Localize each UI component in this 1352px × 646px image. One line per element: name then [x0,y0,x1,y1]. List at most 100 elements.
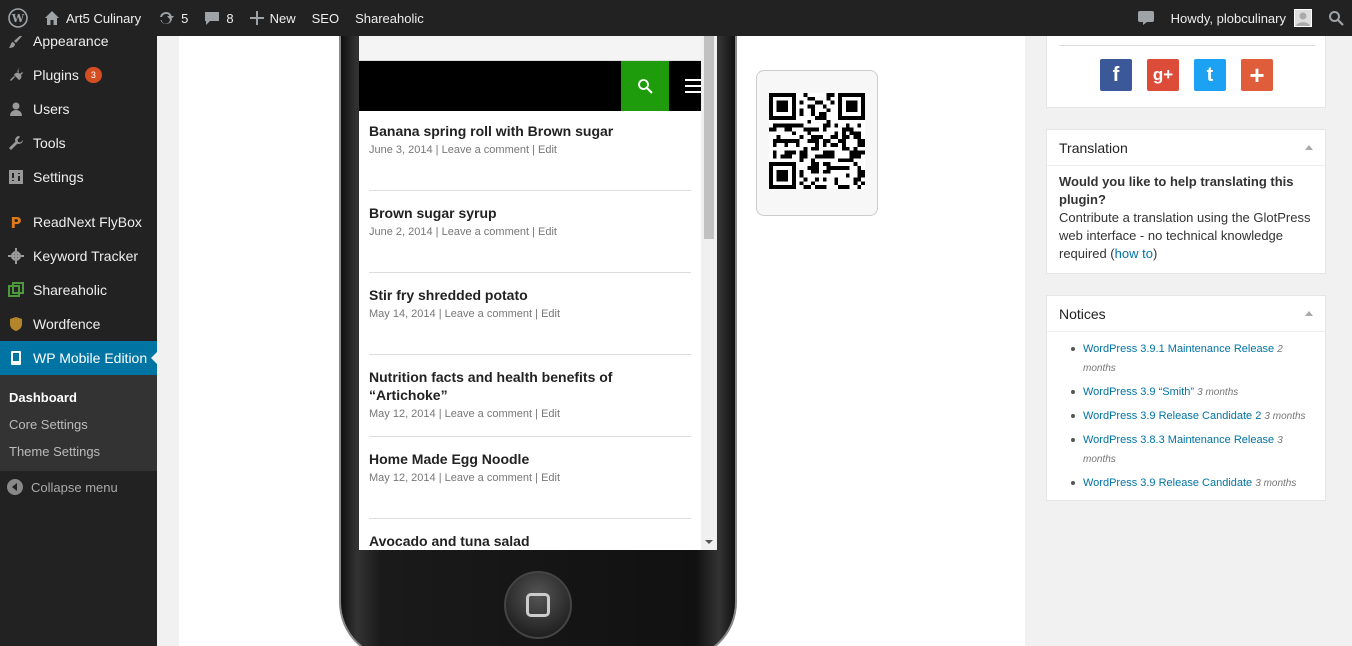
admin-bar: W Art5 Culinary 5 8 New SEO Shareaholic … [0,0,1352,36]
post-title-link[interactable]: Home Made Egg Noodle [369,450,691,468]
menu-label: Plugins [33,67,79,83]
how-to-link[interactable]: how to [1115,246,1153,261]
leave-comment-link[interactable]: Leave a comment [442,226,529,238]
menu-label: Users [33,101,70,117]
menu-shareaholic[interactable]: Shareaholic [0,273,157,307]
hamburger-icon-bar [684,91,702,93]
social-share-widget: f g+ t + [1046,36,1326,108]
menu-wordfence[interactable]: Wordfence [0,307,157,341]
comments-count: 8 [226,10,234,26]
widget-header[interactable]: Notices [1047,296,1325,332]
more-share-button[interactable]: + [1241,59,1273,91]
site-name-link[interactable]: Art5 Culinary [36,0,149,36]
notification-icon [1137,11,1154,25]
screen-scrollbar[interactable] [701,36,717,550]
leave-comment-link[interactable]: Leave a comment [445,308,532,320]
menu-tools[interactable]: Tools [0,126,157,160]
menu-plugins[interactable]: Plugins 3 [0,58,157,92]
translation-text: Contribute a translation using the GlotP… [1059,209,1313,263]
post-date[interactable]: June 3, 2014 [369,144,433,156]
menu-keyword-tracker[interactable]: Keyword Tracker [0,239,157,273]
post-title-link[interactable]: Avocado and tuna salad [369,532,691,550]
google-plus-button[interactable]: g+ [1147,59,1179,91]
phone-screen[interactable]: Banana spring roll with Brown sugar June… [359,36,717,550]
notice-link[interactable]: WordPress 3.9 Release Candidate 2 [1083,410,1261,422]
menu-label: Keyword Tracker [33,248,139,264]
updates-link[interactable]: 5 [149,0,196,36]
leave-comment-link[interactable]: Leave a comment [445,408,532,420]
post-title-link[interactable]: Banana spring roll with Brown sugar [369,122,691,140]
post-date[interactable]: May 12, 2014 [369,472,436,484]
post-title-link[interactable]: Stir fry shredded potato [369,286,691,304]
notice-age: 3 months [1255,478,1297,489]
submenu-theme-settings[interactable]: Theme Settings [0,438,157,465]
mobile-icon [7,349,25,367]
wrench-icon [7,134,25,152]
comments-link[interactable]: 8 [196,0,241,36]
gear-icon [7,247,25,265]
hamburger-icon-bar [684,85,702,87]
collapse-arrow-icon[interactable] [1305,311,1313,316]
post-title-link[interactable]: Brown sugar syrup [369,204,691,222]
scroll-down-arrow-icon[interactable] [705,540,713,544]
home-square-icon [526,593,550,617]
edit-link[interactable]: Edit [538,144,557,156]
phone-home-button[interactable] [504,571,572,639]
list-item: Avocado and tuna salad [369,532,691,550]
mobile-search-button[interactable] [621,61,669,111]
notices-widget: Notices WordPress 3.9.1 Maintenance Rele… [1046,295,1326,501]
notices-list: WordPress 3.9.1 Maintenance Release 2 mo… [1047,332,1325,506]
plugin-update-badge: 3 [84,67,102,83]
notification-button[interactable] [1129,0,1163,36]
submenu: Dashboard Core Settings Theme Settings [0,375,157,471]
post-meta: May 12, 2014 | Leave a comment | Edit [369,472,561,484]
widget-header[interactable]: Translation [1047,130,1325,166]
submenu-dashboard[interactable]: Dashboard [0,384,157,411]
collapse-menu-button[interactable]: Collapse menu [7,479,118,495]
edit-link[interactable]: Edit [538,226,557,238]
google-plus-icon: g+ [1152,65,1174,84]
post-date[interactable]: May 12, 2014 [369,408,436,420]
widget-title: Translation [1059,139,1128,156]
list-item: WordPress 3.8.3 Maintenance Release 3 mo… [1069,431,1313,469]
list-item: WordPress 3.9 “Smith” 3 months [1069,383,1313,402]
notice-link[interactable]: WordPress 3.9.1 Maintenance Release [1083,343,1274,355]
seo-link[interactable]: SEO [304,0,347,36]
new-content-link[interactable]: New [242,0,304,36]
menu-readnext-flybox[interactable]: P ReadNext FlyBox [0,205,157,239]
collapse-arrow-icon[interactable] [1305,145,1313,150]
menu-settings[interactable]: Settings [0,160,157,194]
svg-text:P: P [11,214,22,230]
paren-close: ) [1152,246,1158,261]
submenu-core-settings[interactable]: Core Settings [0,411,157,438]
scrollbar-thumb[interactable] [704,36,714,239]
edit-link[interactable]: Edit [541,472,560,484]
post-date[interactable]: May 14, 2014 [369,308,436,320]
howdy-text: Howdy, plobculinary [1170,10,1286,26]
home-icon [44,10,60,26]
post-date[interactable]: June 2, 2014 [369,226,433,238]
leave-comment-link[interactable]: Leave a comment [442,144,529,156]
translation-description: Contribute a translation using the GlotP… [1059,210,1311,261]
edit-link[interactable]: Edit [541,408,560,420]
notice-link[interactable]: WordPress 3.9 Release Candidate [1083,477,1252,489]
facebook-button[interactable]: f [1100,59,1132,91]
edit-link[interactable]: Edit [541,308,560,320]
wordpress-logo-button[interactable]: W [0,0,36,36]
leave-comment-link[interactable]: Leave a comment [445,472,532,484]
search-button[interactable] [1320,0,1352,36]
collapse-label: Collapse menu [31,479,118,495]
my-account-link[interactable]: Howdy, plobculinary [1163,0,1320,36]
hamburger-icon-bar [684,79,702,81]
menu-wp-mobile-edition[interactable]: WP Mobile Edition [0,341,158,375]
facebook-icon: f [1112,63,1120,86]
post-title-link[interactable]: Nutrition facts and health benefits of “… [369,368,691,404]
plus-icon: + [1249,59,1265,90]
shareaholic-link[interactable]: Shareaholic [347,0,432,36]
refresh-icon [157,10,175,26]
notice-link[interactable]: WordPress 3.8.3 Maintenance Release [1083,434,1274,446]
notice-link[interactable]: WordPress 3.9 “Smith” [1083,386,1194,398]
twitter-button[interactable]: t [1194,59,1226,91]
menu-users[interactable]: Users [0,92,157,126]
menu-label: Wordfence [33,316,101,332]
